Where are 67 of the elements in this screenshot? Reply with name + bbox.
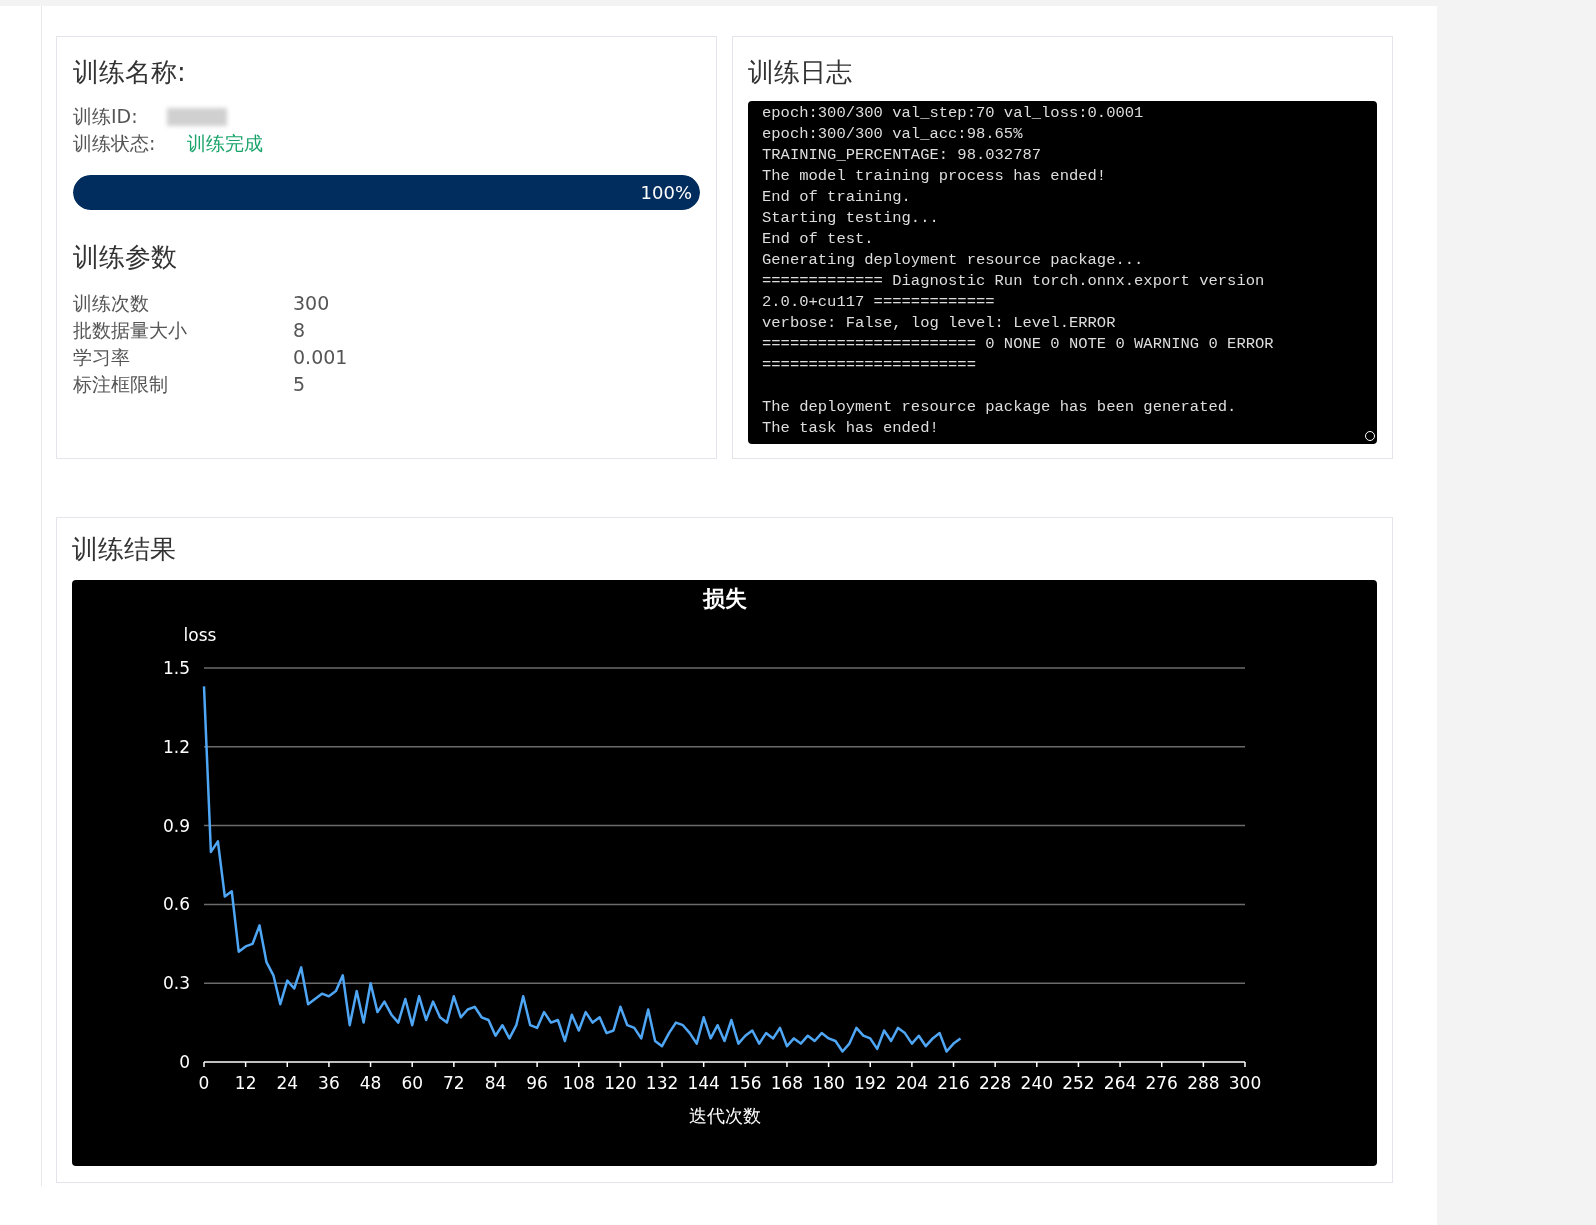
- x-tick-label: 108: [562, 1073, 595, 1093]
- x-tick-label: 288: [1187, 1073, 1220, 1093]
- x-tick-label: 84: [484, 1073, 507, 1093]
- card-title: 训练名称:: [73, 56, 187, 89]
- x-tick-label: 72: [443, 1073, 465, 1093]
- log-line: epoch:300/300 val_acc:98.65%: [762, 124, 1024, 145]
- y-tick-label: 0.9: [162, 815, 190, 836]
- y-axis-label: loss: [183, 625, 217, 645]
- x-axis-label: 迭代次数: [688, 1105, 761, 1126]
- log-line: Generating deployment resource package...: [762, 250, 1145, 271]
- log-line: TRAINING_PERCENTAGE: 98.032787: [762, 145, 1043, 166]
- log-line: The deployment resource package has been generated.: [762, 397, 1238, 418]
- field-label: 训练状态:: [73, 131, 157, 156]
- log-line: 2.0.0+cu117 =============: [762, 292, 996, 313]
- card-title: 训练日志: [748, 56, 853, 89]
- x-tick-label: 132: [645, 1073, 679, 1093]
- log-line: =======================: [762, 355, 977, 376]
- param-value: 0.001: [293, 345, 348, 370]
- log-line: The model training process has ended!: [762, 166, 1108, 187]
- log-line: epoch:300/300 val_step:70 val_loss:0.0001: [762, 103, 1145, 124]
- param-value: 300: [293, 291, 330, 316]
- x-tick-label: 12: [234, 1073, 257, 1093]
- x-tick-label: 144: [687, 1073, 720, 1093]
- y-tick-label: 0.3: [162, 973, 190, 994]
- param-label: 训练次数: [73, 291, 150, 316]
- x-tick-label: 300: [1228, 1073, 1262, 1093]
- y-tick-label: 0: [179, 1052, 190, 1072]
- x-tick-label: 24: [276, 1073, 299, 1093]
- blurred-id: [167, 107, 227, 126]
- x-tick-label: 264: [1103, 1073, 1137, 1093]
- status-value: 训练完成: [187, 131, 263, 156]
- y-tick-label: 0.6: [162, 894, 190, 915]
- log-line: ======================= 0 NONE 0 NOTE 0 WARNING 0 ERROR: [762, 334, 1275, 355]
- log-line: Starting testing...: [762, 208, 940, 229]
- x-tick-label: 192: [854, 1073, 887, 1093]
- x-tick-label: 120: [604, 1073, 637, 1093]
- x-tick-label: 168: [770, 1073, 804, 1093]
- x-tick-label: 48: [359, 1073, 382, 1093]
- param-value: 5: [293, 372, 306, 397]
- param-value: 8: [293, 318, 306, 343]
- param-label: 批数据量大小: [73, 318, 188, 343]
- x-tick-label: 252: [1062, 1073, 1095, 1093]
- y-tick-label: 1.2: [162, 736, 190, 757]
- chart-title: 损失: [702, 586, 747, 611]
- log-line: End of training.: [762, 187, 912, 208]
- x-tick-label: 60: [401, 1073, 423, 1093]
- param-label: 标注框限制: [73, 372, 169, 397]
- log-line: The task has ended!: [762, 418, 940, 439]
- field-label: 训练ID:: [73, 104, 139, 129]
- x-tick-label: 204: [895, 1073, 929, 1093]
- x-tick-label: 0: [198, 1073, 210, 1093]
- log-line: verbose: False, log level: Level.ERROR: [762, 313, 1117, 334]
- param-label: 学习率: [73, 345, 131, 370]
- section-title: 训练参数: [73, 241, 178, 274]
- x-tick-label: 240: [1020, 1073, 1054, 1093]
- x-tick-label: 228: [978, 1073, 1012, 1093]
- x-tick-label: 156: [729, 1073, 762, 1093]
- x-tick-label: 276: [1145, 1073, 1178, 1093]
- card-title: 训练结果: [72, 533, 177, 566]
- x-tick-label: 96: [526, 1073, 548, 1093]
- y-tick-label: 1.5: [162, 658, 190, 678]
- log-line: End of test.: [762, 229, 875, 250]
- log-line: ============= Diagnostic Run torch.onnx.export version: [762, 271, 1266, 292]
- x-tick-label: 216: [937, 1073, 970, 1093]
- progress-reading: 100%: [640, 181, 692, 205]
- x-tick-label: 180: [812, 1073, 845, 1093]
- x-tick-label: 36: [318, 1073, 340, 1093]
